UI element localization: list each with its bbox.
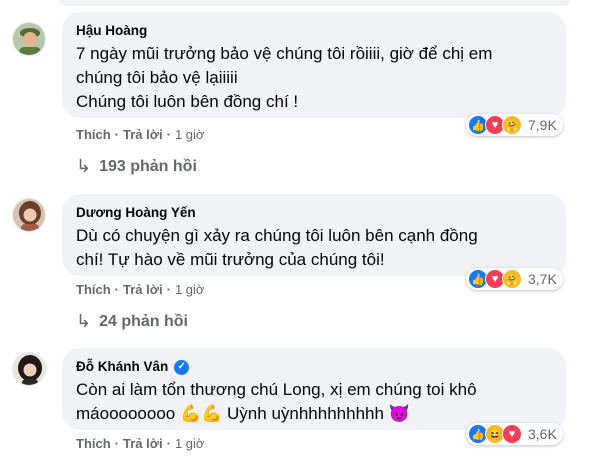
avatar[interactable]: [12, 352, 46, 386]
comment-actions: Thích · Trả lời · 1 giờ: [76, 282, 205, 297]
comment-time[interactable]: 1 giờ: [175, 127, 205, 142]
reply-button[interactable]: Trả lời: [123, 127, 163, 142]
love-icon: ♥: [502, 424, 522, 444]
reply-button[interactable]: Trả lời: [123, 436, 163, 451]
avatar-woman-image: [13, 199, 45, 231]
verified-badge-icon: ✓: [174, 359, 190, 375]
reply-arrow-icon: ↳: [76, 156, 92, 176]
comment-text: Còn ai làm tổn thương chú Long, xị em ch…: [76, 380, 477, 423]
reply-arrow-icon: ↳: [76, 311, 92, 331]
comment-bubble: Dương Hoàng Yến Dù có chuyện gì xảy ra c…: [62, 194, 566, 276]
avatar[interactable]: [12, 198, 46, 232]
comment-time[interactable]: 1 giờ: [175, 436, 205, 451]
reaction-count: 7,9K: [528, 117, 557, 133]
view-replies-link[interactable]: ↳ 193 phản hồi: [76, 156, 197, 177]
reaction-count: 3,7K: [528, 271, 557, 287]
avatar-soldier-image: [13, 23, 45, 55]
like-button[interactable]: Thích: [76, 282, 111, 297]
reaction-summary[interactable]: 👍 😆 ♥ 3,6K: [466, 423, 563, 445]
comment-time[interactable]: 1 giờ: [175, 282, 205, 297]
reply-button[interactable]: Trả lời: [123, 282, 163, 297]
like-button[interactable]: Thích: [76, 436, 111, 451]
reaction-summary[interactable]: 👍 ♥ 🤗 3,7K: [466, 268, 563, 290]
comment-author[interactable]: Dương Hoàng Yến: [76, 204, 552, 222]
comment-text: 7 ngày mũi trưởng bảo vệ chúng tôi rồiii…: [76, 44, 493, 111]
reaction-count: 3,6K: [528, 426, 557, 442]
like-button[interactable]: Thích: [76, 127, 111, 142]
care-icon: 🤗: [502, 269, 522, 289]
comment-actions: Thích · Trả lời · 1 giờ: [76, 127, 205, 142]
view-replies-link[interactable]: ↳ 24 phản hồi: [76, 311, 188, 332]
avatar-woman-image: [13, 353, 45, 385]
previous-comment-bubble-edge: [60, 0, 570, 6]
reaction-summary[interactable]: 👍 ♥ 🤗 7,9K: [466, 114, 563, 136]
care-icon: 🤗: [502, 115, 522, 135]
comment-bubble: Đỗ Khánh Vân ✓ Còn ai làm tổn thương chú…: [62, 348, 566, 430]
comment-text: Dù có chuyện gì xảy ra chúng tôi luôn bê…: [76, 226, 478, 269]
comment-author[interactable]: Hậu Hoàng: [76, 22, 552, 40]
comment-author[interactable]: Đỗ Khánh Vân ✓: [76, 358, 552, 376]
comment-bubble: Hậu Hoàng 7 ngày mũi trưởng bảo vệ chúng…: [62, 12, 566, 118]
comment-actions: Thích · Trả lời · 1 giờ: [76, 436, 205, 451]
avatar[interactable]: [12, 22, 46, 56]
